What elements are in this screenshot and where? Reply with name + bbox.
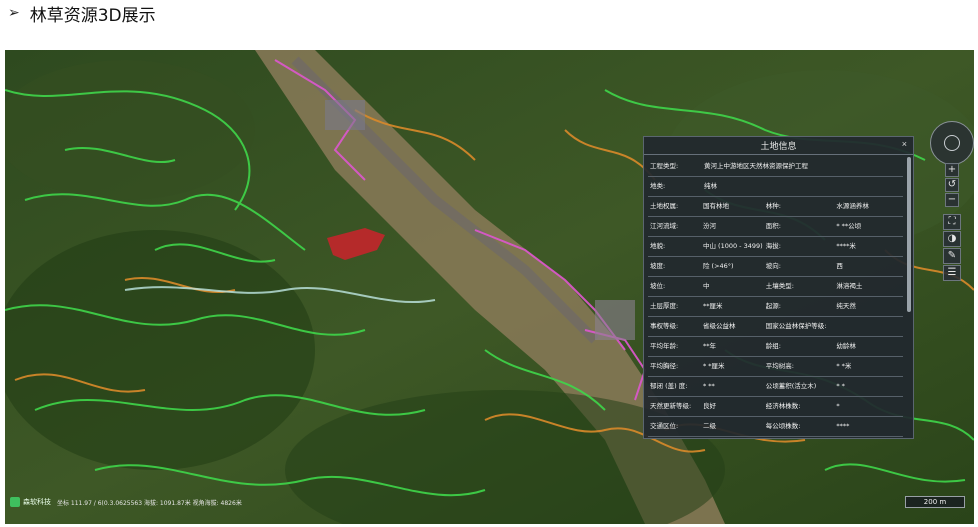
info-label: 平均树高: <box>765 362 794 370</box>
info-label: 经济林株数: <box>765 402 801 410</box>
info-label: 平均年龄: <box>650 342 679 350</box>
title-arrow-icon: ➢ <box>8 5 20 21</box>
info-value: 省级公益林 <box>702 322 736 330</box>
info-value: **厘米 <box>702 302 723 310</box>
info-value: **年 <box>702 342 716 350</box>
info-value: 西 <box>836 262 843 270</box>
coordinate-readout: 坐标 111.97 / 6(0.3.0625563 海拔: 1091.87米 视… <box>57 499 242 507</box>
info-value: 重点开发区 <box>834 437 903 438</box>
info-panel-header: 土地信息 × <box>644 137 913 155</box>
info-value: * ** <box>702 382 715 390</box>
info-label: 土层厚度: <box>650 302 679 310</box>
info-value: ****米 <box>836 242 856 250</box>
page-title: 林草资源3D展示 <box>29 5 156 26</box>
info-value: 纯天然 <box>836 302 856 310</box>
logo-icon <box>10 497 20 507</box>
info-label: 国家公益林保护等级: <box>765 322 827 330</box>
info-label: 坡位: <box>650 282 666 290</box>
info-label: 林地保护等级: <box>648 437 701 438</box>
zoom-out-button[interactable]: − <box>945 193 959 207</box>
info-value: 中山 (1000 - 3499) <box>702 242 763 250</box>
status-bar: 森软科技 坐标 111.97 / 6(0.3.0625563 海拔: 1091.… <box>10 497 242 507</box>
info-row: 郁闭 (盖) 度: * ** 公顷蓄积(活立木) * * <box>648 377 903 397</box>
info-label: 土壤类型: <box>765 282 794 290</box>
info-row: 坡位: 中 土壤类型: 淋溶褐土 <box>648 277 903 297</box>
info-scrollbar[interactable] <box>907 157 911 312</box>
logo-text: 森软科技 <box>23 498 51 506</box>
info-row: 林地保护等级:三级主体功能区:重点开发区 <box>648 437 903 438</box>
info-label: 江河流域: <box>650 222 679 230</box>
info-value: **** <box>836 422 850 430</box>
info-label: 平均胸径: <box>650 362 679 370</box>
info-row: 事权等级: 省级公益林 国家公益林保护等级: <box>648 317 903 337</box>
close-icon[interactable]: × <box>902 139 907 149</box>
fullscreen-button[interactable]: ⛶ <box>943 214 961 230</box>
info-value: * *厘米 <box>702 362 725 370</box>
info-label: 地类: <box>650 182 666 190</box>
info-value: * <box>836 402 840 410</box>
info-value: 险 (>46°) <box>702 262 734 270</box>
info-row: 江河流域: 汾河 面积: * **公顷 <box>648 217 903 237</box>
info-row: 土层厚度: **厘米 起源: 纯天然 <box>648 297 903 317</box>
info-label: 坡向: <box>765 262 781 270</box>
reset-view-button[interactable]: ↺ <box>945 178 959 192</box>
info-value: * * <box>836 382 845 390</box>
info-value: 汾河 <box>702 222 716 230</box>
info-label: 交通区位: <box>650 422 679 430</box>
info-label: 主体功能区: <box>764 437 835 438</box>
info-row: 平均年龄: **年 龄组: 幼龄林 <box>648 337 903 357</box>
info-label: 林种: <box>765 202 781 210</box>
info-value: 良好 <box>702 402 716 410</box>
info-label: 地貌: <box>650 242 666 250</box>
info-label: 坡度: <box>650 262 666 270</box>
info-row: 天然更新等级: 良好 经济林株数: * <box>648 397 903 417</box>
info-table: 工程类型: 黄河上中游地区天然林资源保护工程地类: 纯林土地权属: 国有林地 林种: 水源… <box>648 157 903 438</box>
info-value: 二级 <box>702 422 716 430</box>
map-toolbar: ⛶ ◑ ✎ ☰ <box>943 214 963 282</box>
info-value: 淋溶褐土 <box>836 282 863 290</box>
info-label: 郁闭 (盖) 度: <box>650 382 688 390</box>
info-row: 工程类型: 黄河上中游地区天然林资源保护工程 <box>648 157 903 177</box>
info-label: 土地权属: <box>650 202 679 210</box>
info-row: 交通区位: 二级 每公顷株数: **** <box>648 417 903 437</box>
scale-bar: 200 m <box>905 496 965 508</box>
zoom-in-button[interactable]: + <box>945 163 959 177</box>
info-value: 水源涵养林 <box>836 202 869 210</box>
menu-button[interactable]: ☰ <box>943 265 961 281</box>
info-value: * **公顷 <box>836 222 862 230</box>
info-value: * *米 <box>836 362 852 370</box>
page-header: ➢ 林草资源3D展示 <box>8 2 156 26</box>
compass-icon <box>944 135 960 151</box>
info-value: 黄河上中游地区天然林资源保护工程 <box>704 162 808 170</box>
info-value: 三级 <box>701 437 764 438</box>
info-label: 海拔: <box>765 242 781 250</box>
info-row: 地貌: 中山 (1000 - 3499) 海拔: ****米 <box>648 237 903 257</box>
info-row: 土地权属: 国有林地 林种: 水源涵养林 <box>648 197 903 217</box>
navigation-compass[interactable] <box>930 121 974 165</box>
info-row: 地类: 纯林 <box>648 177 903 197</box>
info-label: 起源: <box>765 302 781 310</box>
info-label: 事权等级: <box>650 322 679 330</box>
company-logo: 森软科技 <box>10 497 51 507</box>
info-label: 公顷蓄积(活立木) <box>765 382 817 390</box>
info-value: 纯林 <box>704 182 717 190</box>
info-row: 坡度: 险 (>46°) 坡向: 西 <box>648 257 903 277</box>
info-row: 平均胸径: * *厘米 平均树高: * *米 <box>648 357 903 377</box>
info-label: 每公顷株数: <box>765 422 801 430</box>
land-info-panel: 土地信息 × 工程类型: 黄河上中游地区天然林资源保护工程地类: 纯林土地权属: 国有… <box>643 136 914 439</box>
zoom-controls: + ↺ − <box>945 163 959 208</box>
layers-button[interactable]: ◑ <box>943 231 961 247</box>
tools-button[interactable]: ✎ <box>943 248 961 264</box>
info-panel-title: 土地信息 <box>760 142 797 152</box>
info-value <box>834 317 903 336</box>
info-label: 天然更新等级: <box>650 402 692 410</box>
info-value: 国有林地 <box>702 202 729 210</box>
info-value: 中 <box>702 282 710 290</box>
info-value: 幼龄林 <box>836 342 856 350</box>
info-label: 龄组: <box>765 342 781 350</box>
info-label: 工程类型: <box>650 162 679 170</box>
info-label: 面积: <box>765 222 781 230</box>
